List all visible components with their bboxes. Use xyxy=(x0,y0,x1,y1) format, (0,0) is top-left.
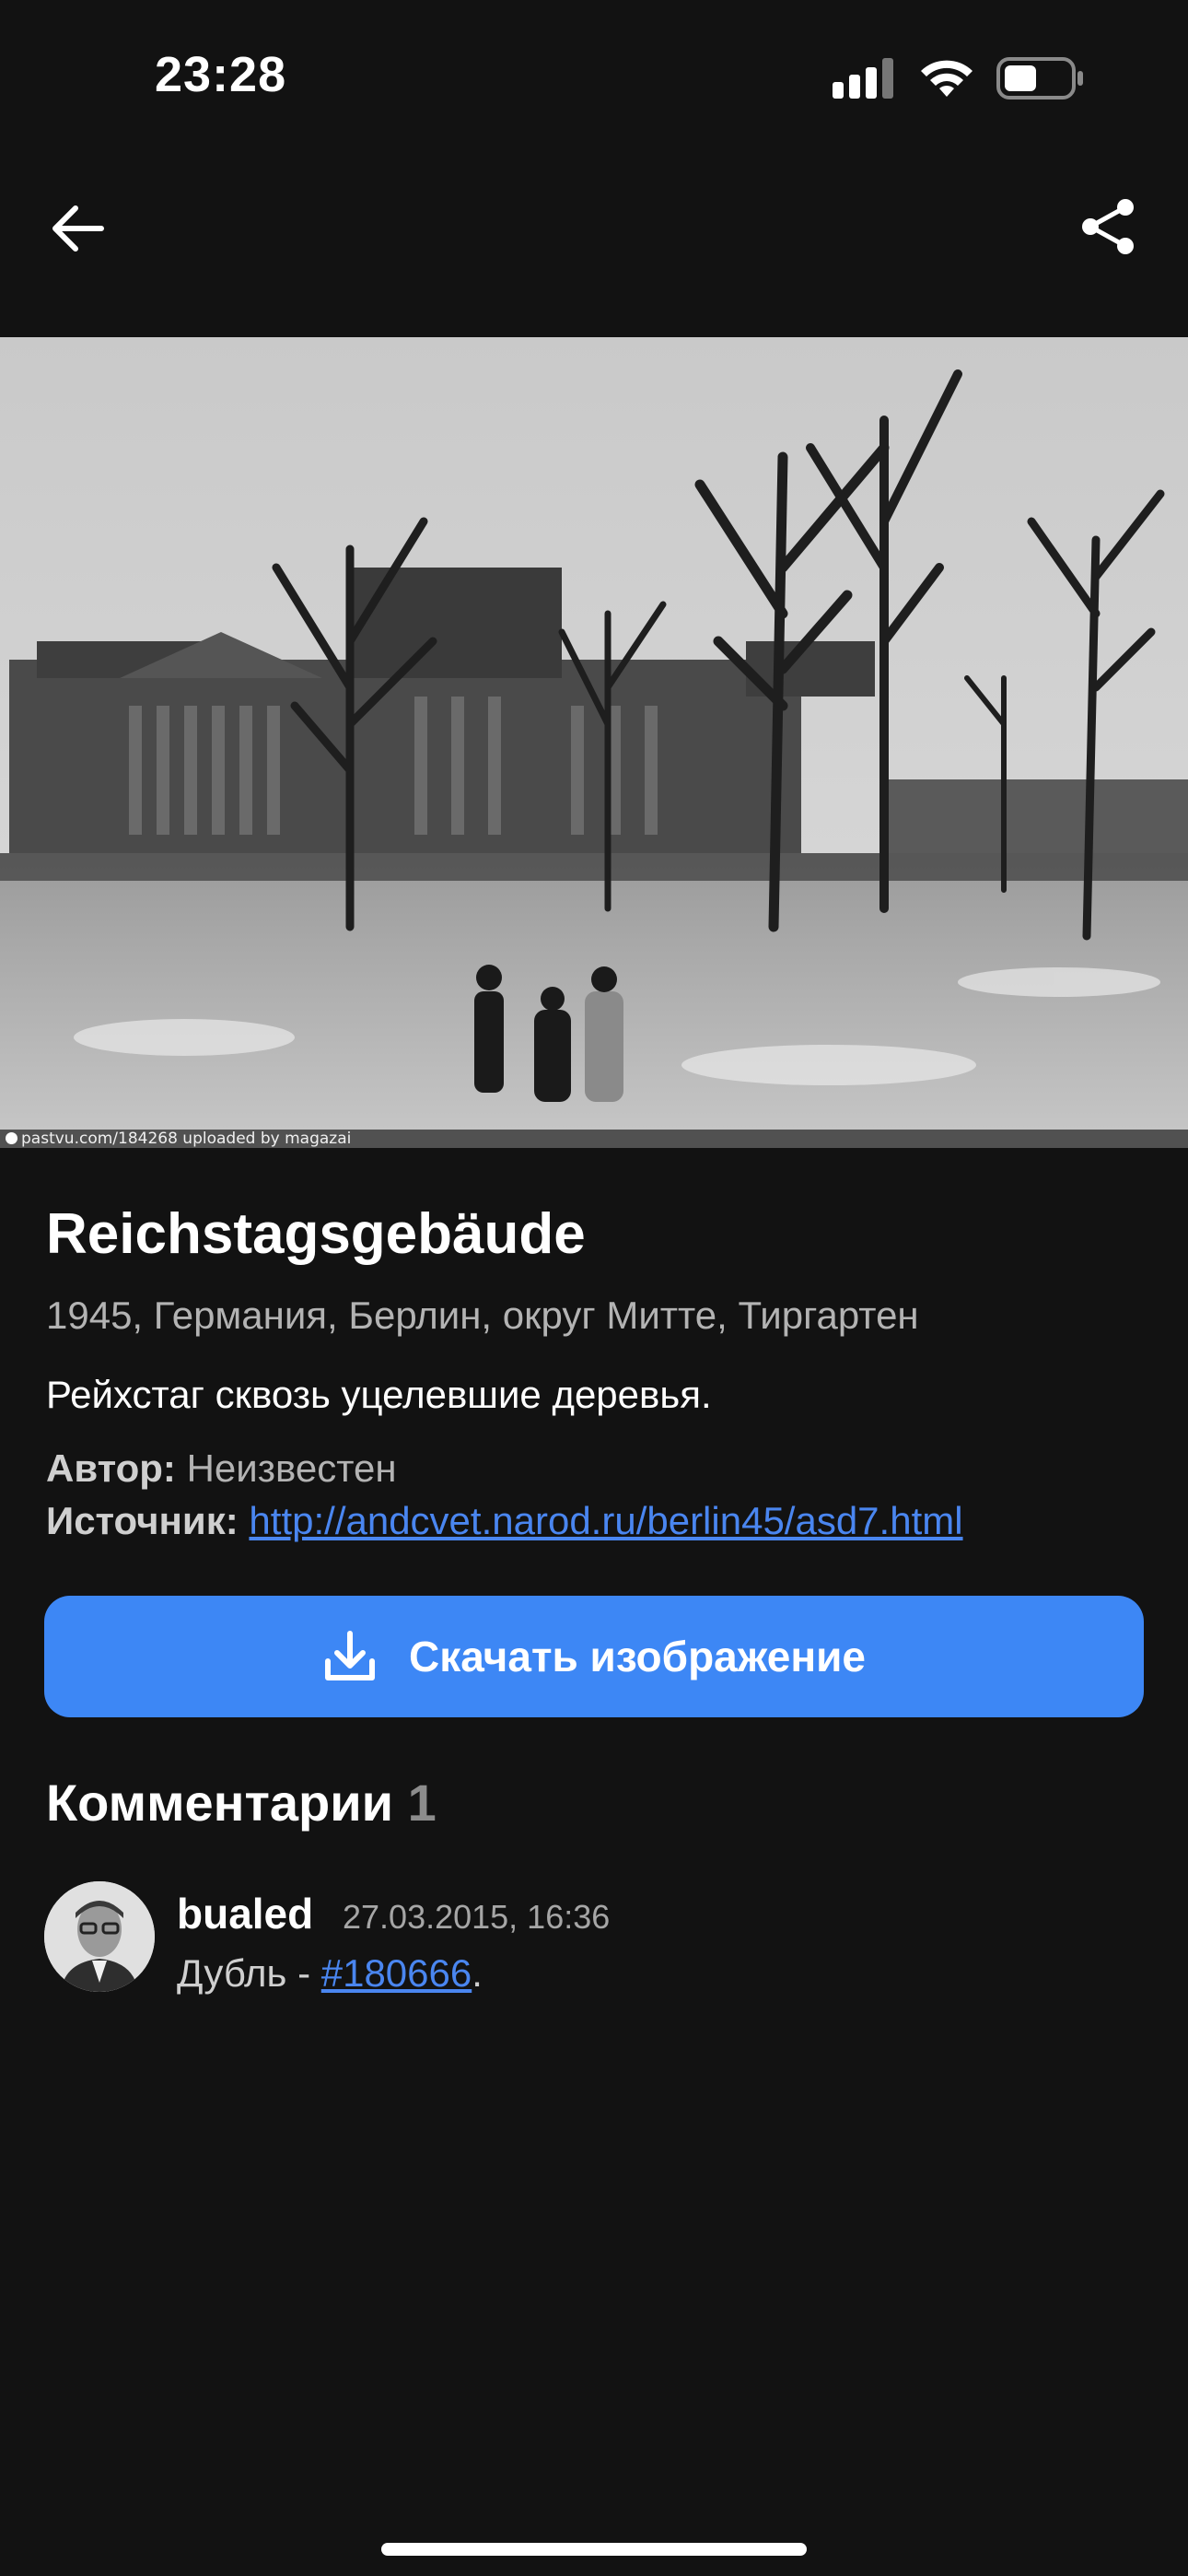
home-indicator[interactable] xyxy=(381,2543,807,2556)
author-value: Неизвестен xyxy=(186,1446,397,1490)
source-label: Источник: xyxy=(46,1499,239,1542)
nav-bar xyxy=(0,175,1188,276)
author-label: Автор: xyxy=(46,1446,176,1490)
download-icon xyxy=(325,1631,375,1680)
share-button[interactable] xyxy=(1070,188,1147,265)
photo-image xyxy=(0,337,1188,1148)
arrow-left-icon xyxy=(52,205,104,252)
share-icon xyxy=(1082,199,1134,254)
source-line: Источник: http://andcvet.narod.ru/berlin… xyxy=(46,1499,963,1543)
download-label: Скачать изображение xyxy=(409,1633,866,1680)
comment-text-suffix: . xyxy=(472,1951,483,1995)
status-bar: 23:28 xyxy=(0,0,1188,157)
status-time: 23:28 xyxy=(155,47,287,102)
comment-text: Дубль - #180666. xyxy=(177,1951,483,1996)
wifi-icon xyxy=(919,58,974,103)
status-icons xyxy=(833,57,1085,104)
watermark-text: pastvu.com/184268 uploaded by magazai xyxy=(21,1130,352,1148)
comments-heading-label: Комментарии xyxy=(46,1774,394,1832)
photo-title: Reichstagsgebäude xyxy=(46,1202,586,1266)
comment-link[interactable]: #180666 xyxy=(321,1951,472,1995)
comment-text-prefix: Дубль - xyxy=(177,1951,321,1995)
back-button[interactable] xyxy=(41,192,114,265)
comment-author[interactable]: bualed xyxy=(177,1889,313,1938)
photo-subtitle: 1945, Германия, Берлин, округ Митте, Тир… xyxy=(46,1294,919,1337)
comments-heading: Комментарии 1 xyxy=(46,1773,437,1832)
cellular-signal-icon xyxy=(833,58,897,103)
comment-date: 27.03.2015, 16:36 xyxy=(343,1898,611,1936)
author-line: Автор: Неизвестен xyxy=(46,1446,397,1491)
photo-description: Рейхстаг сквозь уцелевшие деревья. xyxy=(46,1373,712,1416)
comments-count: 1 xyxy=(407,1774,437,1832)
avatar[interactable] xyxy=(44,1881,155,1992)
watermark-logo-icon xyxy=(6,1132,17,1144)
source-link[interactable]: http://andcvet.narod.ru/berlin45/asd7.ht… xyxy=(249,1499,962,1542)
download-button[interactable]: Скачать изображение xyxy=(44,1596,1144,1717)
photo-watermark: pastvu.com/184268 uploaded by magazai xyxy=(0,1130,1188,1148)
photo[interactable]: pastvu.com/184268 uploaded by magazai xyxy=(0,337,1188,1148)
battery-icon xyxy=(996,57,1085,104)
